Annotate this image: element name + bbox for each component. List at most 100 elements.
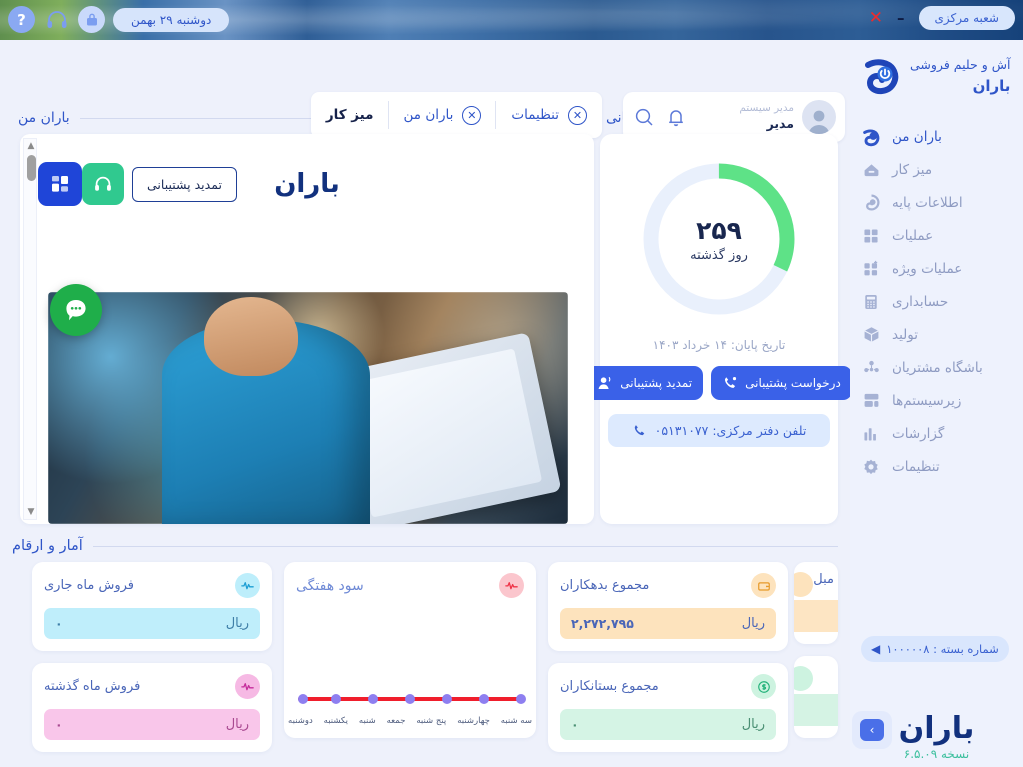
stats-section: آمار و ارقام مبل مجموع بدهکاران ریال ۲,۲… <box>0 538 850 764</box>
dollar-icon <box>751 674 776 699</box>
renew-support-button[interactable]: تمدید پشتیبانی <box>586 366 704 400</box>
stat-card-creditors[interactable]: مجموع بستانکاران ریال ۰ <box>548 663 788 752</box>
chart-title: سود هفتگی <box>296 577 364 594</box>
layers-icon <box>860 192 882 214</box>
bell-icon[interactable] <box>664 105 688 129</box>
apps-grid-icon[interactable] <box>38 162 82 206</box>
stat-card-current-month-sales[interactable]: فروش ماه جاری ریال ۰ <box>32 562 272 651</box>
sidebar-item-reports[interactable]: گزارشات <box>850 417 1023 450</box>
partial-card-column: مبل <box>794 562 844 738</box>
sidebar-item-desk[interactable]: میز کار <box>850 153 1023 186</box>
partial-stat-card-1: مبل <box>794 562 838 644</box>
sidebar-expand-button[interactable]: › <box>860 719 884 741</box>
pulse-icon <box>499 573 524 598</box>
package-number-badge[interactable]: شماره بسته : ۱۰۰۰۰۰۸ ◀ <box>861 636 1009 662</box>
sidebar-item-production[interactable]: تولید <box>850 318 1023 351</box>
sidebar-item-settings[interactable]: تنظیمات <box>850 450 1023 483</box>
sidebar-item-label: عملیات ویژه <box>892 260 963 277</box>
stat-card-last-month-sales[interactable]: فروش ماه گذشته ریال ۰ <box>32 663 272 752</box>
x-tick-label: پنج شنبه <box>416 716 447 726</box>
tab-bar-row: مدیر سیستم مدیر ✕ تنظیمات ✕ باران من میز… <box>0 40 850 142</box>
panel-right-controls: تمدید پشتیبانی <box>82 163 237 205</box>
sidebar-item-baran-man[interactable]: باران من <box>850 120 1023 153</box>
stat-value: ۰ <box>55 616 63 631</box>
stat-value: ۰ <box>571 717 579 732</box>
stat-value: ۰ <box>55 717 63 732</box>
sidebar-item-base-info[interactable]: اطلاعات پایه <box>850 186 1023 219</box>
x-tick-label: سه شنبه <box>500 716 532 726</box>
gear-icon <box>860 456 882 478</box>
support-column: ۲۵۹ روز گذشته تاریخ پایان: ۱۴ خرداد ۱۴۰۳… <box>586 134 852 524</box>
sidebar-item-subsystems[interactable]: زیرسیستم‌ها <box>850 384 1023 417</box>
stat-card-value-row: ریال ۲,۲۷۲,۷۹۵ <box>560 608 776 639</box>
chevron-left-icon: ◀ <box>871 642 881 656</box>
tab-label: تنظیمات <box>511 107 559 123</box>
avatar[interactable] <box>802 100 836 134</box>
sidebar: آش و حلیم فروشی باران باران من میز کار ا… <box>850 40 1023 767</box>
user-text: مدیر سیستم مدیر <box>696 101 794 132</box>
request-support-label: درخواست پشتیبانی <box>745 376 841 390</box>
current-date-pill: دوشنبه ۲۹ بهمن <box>113 7 230 32</box>
panel-renew-support-button[interactable]: تمدید پشتیبانی <box>132 166 237 202</box>
stat-card-header: مجموع بستانکاران <box>560 674 776 699</box>
tab-label: میز کار <box>325 107 374 123</box>
baran-logo-icon <box>860 56 902 98</box>
tab-close-icon[interactable]: ✕ <box>462 105 482 125</box>
sidebar-item-operations[interactable]: عملیات <box>850 219 1023 252</box>
tab-desk[interactable]: میز کار <box>311 92 389 138</box>
grid-plus-icon <box>860 258 882 280</box>
chat-bubble-icon[interactable] <box>50 284 102 336</box>
phone-label: تلفن دفتر مرکزی: ۰۵۱۳۱۰۷۷ <box>654 423 807 438</box>
x-tick-label: جمعه <box>386 716 406 726</box>
sidebar-item-accounting[interactable]: حسابداری <box>850 285 1023 318</box>
data-point <box>405 694 415 704</box>
sidebar-item-customer-club[interactable]: باشگاه مشتریان <box>850 351 1023 384</box>
photo-head <box>204 296 298 376</box>
scroll-down-icon[interactable]: ▼ <box>26 507 36 517</box>
chart-header: سود هفتگی <box>296 573 524 598</box>
user-role: مدیر سیستم <box>739 102 794 115</box>
help-icon[interactable]: ? <box>8 6 35 33</box>
stat-card-value-row: ریال ۰ <box>560 709 776 740</box>
chart-x-axis-labels: دوشنبه یکشنبه شنبه جمعه پنج شنبه چهارشنب… <box>288 716 532 726</box>
stat-value: ۲,۲۷۲,۷۹۵ <box>571 616 634 631</box>
headset-icon[interactable] <box>43 6 70 33</box>
user-name: مدیر <box>766 115 794 131</box>
search-icon[interactable] <box>632 105 656 129</box>
tab-bar: ✕ تنظیمات ✕ باران من میز کار <box>310 92 602 138</box>
sidebar-item-label: حسابداری <box>892 293 949 310</box>
stat-currency: ریال <box>225 616 249 631</box>
stat-card-value-row: ریال ۰ <box>44 608 260 639</box>
donut-chart-wrap: ۲۵۹ روز گذشته <box>600 158 838 320</box>
tab-settings[interactable]: ✕ تنظیمات <box>496 92 602 138</box>
sidebar-item-special-operations[interactable]: عملیات ویژه <box>850 252 1023 285</box>
data-point <box>479 694 489 704</box>
baran-man-panel: ▲ ▼ تمدید پشتیبانی باران <box>20 134 594 524</box>
data-point <box>331 694 341 704</box>
request-support-button[interactable]: درخواست پشتیبانی <box>711 366 852 400</box>
minimize-button[interactable]: – <box>897 10 905 26</box>
tab-close-icon[interactable]: ✕ <box>568 105 587 125</box>
headset-icon[interactable] <box>82 163 124 205</box>
debt-credit-column: مجموع بدهکاران ریال ۲,۲۷۲,۷۹۵ مجموع بستا… <box>542 562 794 764</box>
wallet-icon <box>794 572 813 597</box>
close-button[interactable]: ✕ <box>869 9 883 27</box>
brand-line1: آش و حلیم فروشی <box>910 57 1011 73</box>
grid-icon <box>860 225 882 247</box>
support-days-donut: ۲۵۹ روز گذشته <box>638 158 800 320</box>
stat-card-debtors[interactable]: مجموع بدهکاران ریال ۲,۲۷۲,۷۹۵ <box>548 562 788 651</box>
weekly-profit-chart-card[interactable]: سود هفتگی دوشنبه یکشنبه شنبه جمعه پنج شن… <box>284 562 536 738</box>
subsystems-icon <box>860 390 882 412</box>
central-office-phone[interactable]: تلفن دفتر مرکزی: ۰۵۱۳۱۰۷۷ <box>608 414 830 447</box>
brand-text: آش و حلیم فروشی باران <box>910 56 1010 97</box>
brand-block: آش و حلیم فروشی باران <box>850 40 1023 98</box>
stats-section-title: آمار و ارقام <box>12 538 83 554</box>
support-days-label: روز گذشته <box>690 247 748 263</box>
branch-badge[interactable]: شعبه مرکزی <box>918 6 1015 30</box>
tab-baran-man[interactable]: ✕ باران من <box>389 92 497 138</box>
sidebar-item-label: باشگاه مشتریان <box>892 359 983 376</box>
window-title-bar: دوشنبه ۲۹ بهمن ? شعبه مرکزی – ✕ <box>0 0 1023 40</box>
lock-icon[interactable] <box>78 6 105 33</box>
donut-center-text: ۲۵۹ روز گذشته <box>638 158 800 320</box>
weekly-profit-sparkline <box>294 694 526 704</box>
